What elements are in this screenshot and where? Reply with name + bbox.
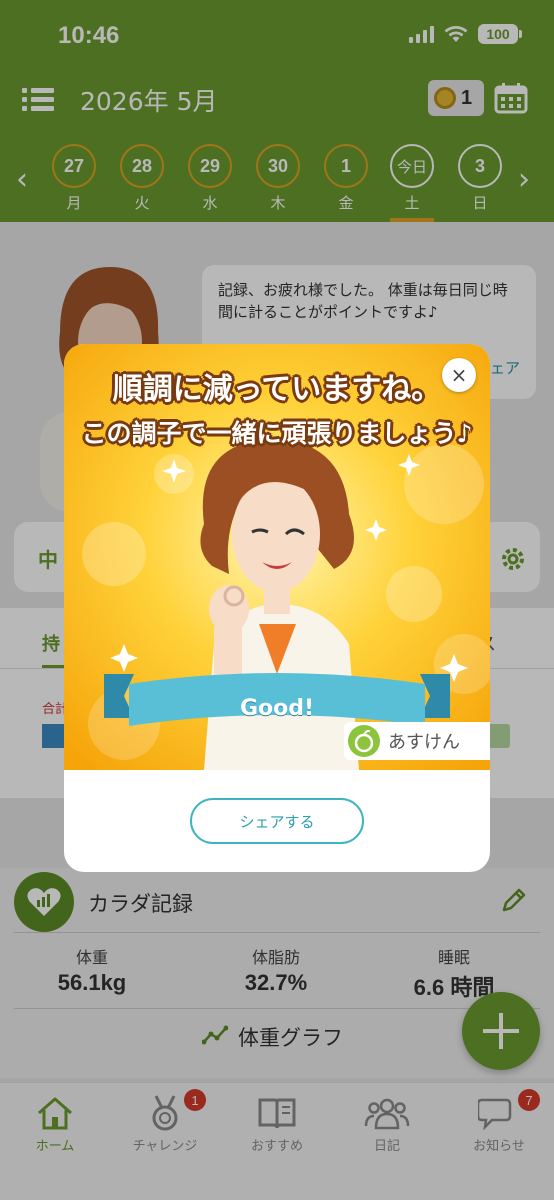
apple-logo-icon: [348, 725, 380, 757]
good-ribbon-text: Good!: [239, 696, 315, 721]
share-button[interactable]: シェアする: [190, 798, 364, 844]
brand-tag: あすけん: [344, 722, 490, 760]
modal-headline: 順調に減っていますね。: [112, 372, 442, 407]
close-icon: ×: [450, 363, 468, 387]
encouragement-modal: 順調に減っていますね。 この調子で一緒に頑張りましょう♪ × Good! あすけ…: [64, 344, 490, 872]
modal-subheadline: この調子で一緒に頑張りましょう♪: [81, 419, 473, 448]
close-button[interactable]: ×: [442, 358, 476, 392]
brand-name: あすけん: [388, 732, 460, 753]
